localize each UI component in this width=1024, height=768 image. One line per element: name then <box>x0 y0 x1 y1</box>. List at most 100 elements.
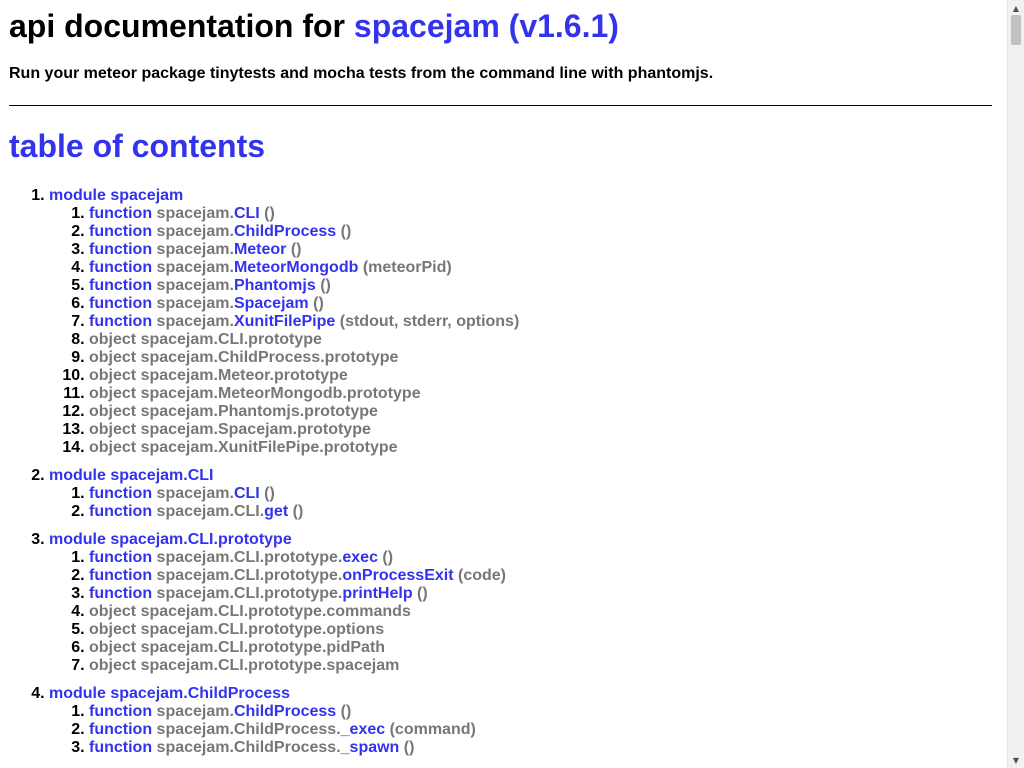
module-member-list: function spacejam.CLI.prototype.exec ()f… <box>49 549 999 675</box>
function-namespace: spacejam.CLI.prototype. <box>156 567 343 584</box>
function-name-link[interactable]: _spawn <box>341 739 400 756</box>
toc-function-entry: function spacejam.CLI () <box>89 485 999 503</box>
function-name-link[interactable]: XunitFilePipe <box>234 313 335 330</box>
function-name-link[interactable]: _exec <box>341 721 386 738</box>
function-namespace: spacejam. <box>156 485 234 502</box>
function-keyword-link[interactable]: function <box>89 703 152 720</box>
function-keyword-link[interactable]: function <box>89 259 152 276</box>
function-signature: () <box>313 295 324 312</box>
object-link[interactable]: object spacejam.Meteor.prototype <box>89 367 348 384</box>
function-name-link[interactable]: MeteorMongodb <box>234 259 358 276</box>
toc-function-entry: function spacejam.CLI () <box>89 205 999 223</box>
function-name-link[interactable]: Meteor <box>234 241 286 258</box>
function-namespace: spacejam. <box>156 295 234 312</box>
toc-function-entry: function spacejam.ChildProcess._spawn () <box>89 739 999 757</box>
divider <box>9 105 992 106</box>
object-link[interactable]: object spacejam.XunitFilePipe.prototype <box>89 439 398 456</box>
function-name-link[interactable]: exec <box>342 549 378 566</box>
object-link[interactable]: object spacejam.Spacejam.prototype <box>89 421 371 438</box>
function-signature: (code) <box>457 567 506 584</box>
toc-object-entry: object spacejam.CLI.prototype.commands <box>89 603 999 621</box>
function-signature: () <box>264 485 275 502</box>
object-link[interactable]: object spacejam.CLI.prototype.commands <box>89 603 411 620</box>
toc-object-entry: object spacejam.CLI.prototype.spacejam <box>89 657 999 675</box>
function-keyword-link[interactable]: function <box>89 721 152 738</box>
function-signature: () <box>340 223 352 240</box>
object-link[interactable]: object spacejam.CLI.prototype.options <box>89 621 384 638</box>
object-link[interactable]: object spacejam.MeteorMongodb.prototype <box>89 385 421 402</box>
object-link[interactable]: object spacejam.Phantomjs.prototype <box>89 403 378 420</box>
toc-object-entry: object spacejam.ChildProcess.prototype <box>89 349 999 367</box>
toc-object-entry: object spacejam.Phantomjs.prototype <box>89 403 999 421</box>
function-keyword-link[interactable]: function <box>89 585 152 602</box>
title-prefix: api documentation for <box>9 8 354 44</box>
toc-object-entry: object spacejam.CLI.prototype.options <box>89 621 999 639</box>
function-namespace: spacejam.CLI.prototype. <box>156 549 343 566</box>
module-member-list: function spacejam.ChildProcess ()functio… <box>49 703 999 757</box>
object-link[interactable]: object spacejam.CLI.prototype.spacejam <box>89 657 399 674</box>
function-signature: () <box>417 585 428 602</box>
function-namespace: spacejam. <box>156 313 234 330</box>
function-name-link[interactable]: printHelp <box>342 585 412 602</box>
toc-module-item: module spacejam.CLI.prototypefunction sp… <box>49 531 999 675</box>
function-name-link[interactable]: onProcessExit <box>342 567 453 584</box>
module-link[interactable]: module spacejam <box>49 187 183 204</box>
toc-function-entry: function spacejam.CLI.prototype.printHel… <box>89 585 999 603</box>
toc-function-entry: function spacejam.ChildProcess._exec (co… <box>89 721 999 739</box>
function-name-link[interactable]: get <box>264 503 288 520</box>
module-member-list: function spacejam.CLI ()function spaceja… <box>49 485 999 521</box>
object-link[interactable]: object spacejam.CLI.prototype.pidPath <box>89 639 385 656</box>
toc-object-entry: object spacejam.Spacejam.prototype <box>89 421 999 439</box>
module-member-list: function spacejam.CLI ()function spaceja… <box>49 205 999 457</box>
function-signature: () <box>320 277 331 294</box>
function-keyword-link[interactable]: function <box>89 567 152 584</box>
scroll-up-arrow-icon[interactable]: ▲ <box>1008 1 1024 15</box>
function-signature: (meteorPid) <box>362 259 452 276</box>
function-keyword-link[interactable]: function <box>89 485 152 502</box>
function-name-link[interactable]: Phantomjs <box>234 277 316 294</box>
function-signature: () <box>340 703 352 720</box>
function-keyword-link[interactable]: function <box>89 549 152 566</box>
function-namespace: spacejam. <box>156 277 234 294</box>
toc-function-entry: function spacejam.Meteor () <box>89 241 999 259</box>
function-namespace: spacejam. <box>156 223 234 240</box>
function-namespace: spacejam. <box>156 703 234 720</box>
toc-module-item: module spacejamfunction spacejam.CLI ()f… <box>49 187 999 457</box>
function-keyword-link[interactable]: function <box>89 295 152 312</box>
function-name-link[interactable]: ChildProcess <box>234 223 336 240</box>
function-keyword-link[interactable]: function <box>89 223 152 240</box>
function-keyword-link[interactable]: function <box>89 205 152 222</box>
toc-heading: table of contents <box>9 128 266 164</box>
function-keyword-link[interactable]: function <box>89 277 152 294</box>
module-link[interactable]: module spacejam.CLI.prototype <box>49 531 292 548</box>
function-name-link[interactable]: ChildProcess <box>234 703 336 720</box>
package-link[interactable]: spacejam (v1.6.1) <box>354 8 619 44</box>
function-keyword-link[interactable]: function <box>89 241 152 258</box>
scrollbar-thumb[interactable] <box>1011 15 1021 45</box>
function-keyword-link[interactable]: function <box>89 313 152 330</box>
module-link[interactable]: module spacejam.CLI <box>49 467 214 484</box>
toc-function-entry: function spacejam.Spacejam () <box>89 295 999 313</box>
scroll-down-arrow-icon[interactable]: ▼ <box>1008 753 1024 767</box>
function-namespace: spacejam.ChildProcess. <box>156 739 341 756</box>
object-link[interactable]: object spacejam.ChildProcess.prototype <box>89 349 398 366</box>
function-keyword-link[interactable]: function <box>89 503 152 520</box>
function-name-link[interactable]: CLI <box>234 205 260 222</box>
function-signature: () <box>382 549 394 566</box>
page-title: api documentation for spacejam (v1.6.1) <box>9 8 999 45</box>
toc-module-list: module spacejamfunction spacejam.CLI ()f… <box>9 187 999 757</box>
vertical-scrollbar[interactable]: ▲ ▼ <box>1007 0 1024 768</box>
function-name-link[interactable]: CLI <box>234 485 260 502</box>
toc-object-entry: object spacejam.MeteorMongodb.prototype <box>89 385 999 403</box>
function-namespace: spacejam.CLI.prototype. <box>156 585 343 602</box>
function-namespace: spacejam.CLI. <box>156 503 265 520</box>
function-signature: (stdout, stderr, options) <box>339 313 520 330</box>
module-link[interactable]: module spacejam.ChildProcess <box>49 685 290 702</box>
toc-function-entry: function spacejam.ChildProcess () <box>89 703 999 721</box>
toc-object-entry: object spacejam.CLI.prototype <box>89 331 999 349</box>
function-signature: () <box>403 739 415 756</box>
function-name-link[interactable]: Spacejam <box>234 295 309 312</box>
function-keyword-link[interactable]: function <box>89 739 152 756</box>
function-signature: () <box>292 503 304 520</box>
object-link[interactable]: object spacejam.CLI.prototype <box>89 331 322 348</box>
